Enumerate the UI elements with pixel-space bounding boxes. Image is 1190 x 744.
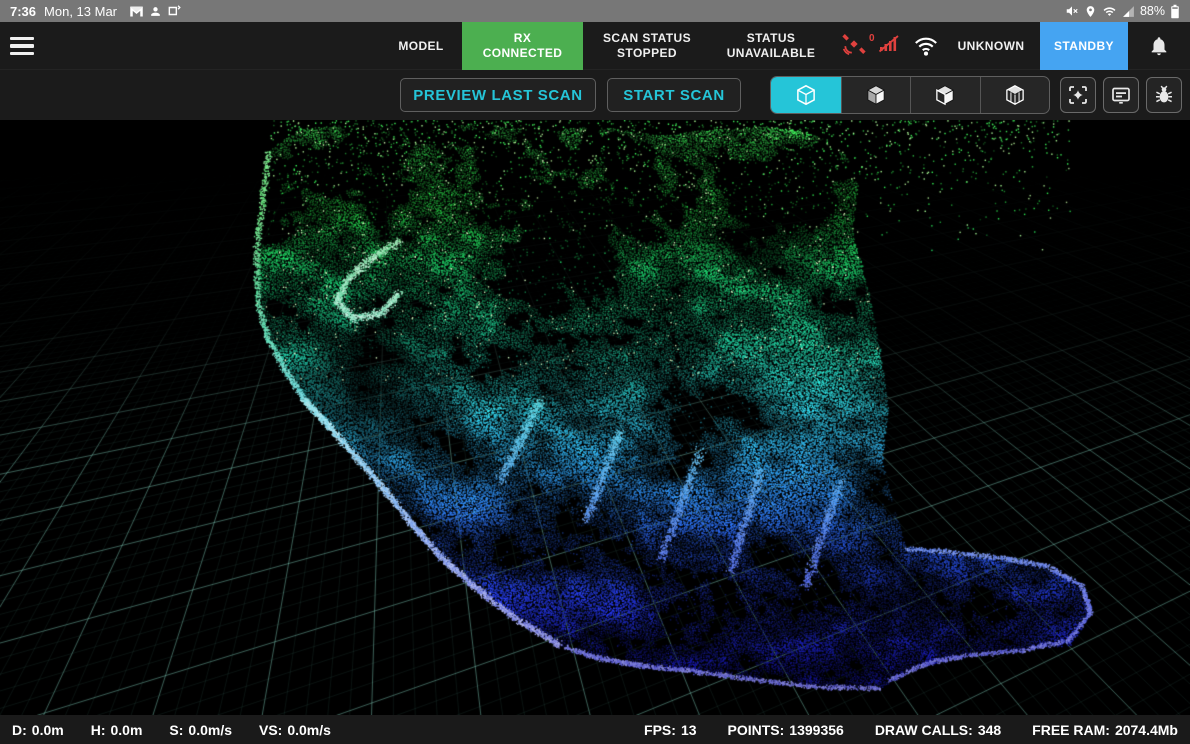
hamburger-menu-icon[interactable] (10, 32, 40, 60)
debug-bug-icon[interactable] (1146, 77, 1182, 113)
gps-satellite-icon (841, 31, 867, 61)
pointcloud-3d-view[interactable] (0, 120, 1190, 715)
no-cell-signal-icon (877, 32, 901, 60)
sectioned-cube-icon[interactable] (980, 77, 1050, 113)
render-metrics: FPS:13 POINTS:1399356 DRAW CALLS:348 FRE… (613, 722, 1178, 738)
gps-status-group: 0 (838, 22, 904, 70)
clock: 7:36 (10, 4, 36, 19)
scan-status-item: SCAN STATUS STOPPED (592, 22, 702, 70)
contact-icon (149, 5, 162, 18)
scan-toolbar: PREVIEW LAST SCAN START SCAN (0, 70, 1190, 120)
points-metric: POINTS:1399356 (728, 722, 844, 738)
gps-satellite-count: 0 (869, 31, 875, 46)
device-status-item: STATUS UNAVAILABLE (710, 22, 832, 70)
solid-cube-icon[interactable] (841, 77, 911, 113)
wireframe-cube-icon[interactable] (771, 77, 841, 113)
height-metric: H:0.0m (91, 722, 143, 738)
preview-last-scan-button[interactable]: PREVIEW LAST SCAN (400, 78, 596, 112)
fps-metric: FPS:13 (644, 722, 696, 738)
gmail-icon (129, 5, 144, 18)
date: Mon, 13 Mar (44, 4, 117, 19)
wifi-icon (1102, 5, 1117, 18)
cell-signal-icon (1122, 5, 1135, 18)
nav-metrics: D:0.0m H:0.0m S:0.0m/s VS:0.0m/s (12, 722, 358, 738)
standby-mode-button[interactable]: STANDBY (1040, 22, 1128, 70)
location-icon (1084, 5, 1097, 18)
recenter-view-icon[interactable] (1060, 77, 1096, 113)
speed-metric: S:0.0m/s (169, 722, 232, 738)
notifications-bell-icon[interactable] (1142, 22, 1176, 70)
battery-percent: 88% (1140, 4, 1165, 18)
view-mode-segmented-control (770, 76, 1050, 114)
link-status-label: UNKNOWN (950, 22, 1032, 70)
free-ram-metric: FREE RAM:2074.4Mb (1032, 722, 1178, 738)
3d-viewport (0, 120, 1190, 715)
screen-rotation-icon (167, 4, 181, 18)
rx-connected-status: RX CONNECTED (462, 22, 583, 70)
wifi-link-icon (908, 22, 944, 70)
distance-metric: D:0.0m (12, 722, 64, 738)
telemetry-bar: D:0.0m H:0.0m S:0.0m/s VS:0.0m/s FPS:13 … (0, 715, 1190, 744)
model-status-item: MODEL (380, 22, 462, 70)
draw-calls-metric: DRAW CALLS:348 (875, 722, 1001, 738)
volume-muted-icon (1065, 4, 1079, 18)
vertical-speed-metric: VS:0.0m/s (259, 722, 331, 738)
console-overlay-icon[interactable] (1103, 77, 1139, 113)
app-header: MODEL RX CONNECTED SCAN STATUS STOPPED S… (0, 22, 1190, 70)
start-scan-button[interactable]: START SCAN (607, 78, 741, 112)
battery-icon (1170, 4, 1180, 19)
solid-open-face-cube-icon[interactable] (910, 77, 980, 113)
android-status-bar: 7:36 Mon, 13 Mar (0, 0, 1190, 22)
scanner-app: 7:36 Mon, 13 Mar (0, 0, 1190, 744)
